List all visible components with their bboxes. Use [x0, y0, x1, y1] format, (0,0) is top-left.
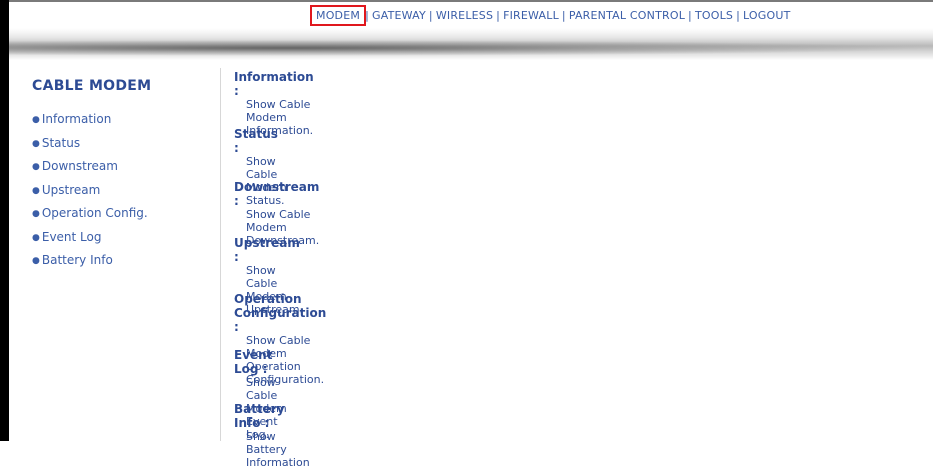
nav-separator: |	[428, 9, 433, 22]
nav-separator: |	[496, 9, 501, 22]
sidebar-item-status[interactable]: ● Status	[32, 134, 212, 158]
section-heading[interactable]: Information :	[234, 70, 314, 98]
sidebar-item-label: Battery Info	[41, 253, 113, 267]
nav-firewall[interactable]: FIREWALL	[503, 9, 559, 22]
sidebar-item-label: Upstream	[41, 182, 101, 197]
section-heading[interactable]: Battery Info :	[234, 402, 310, 430]
nav-modem[interactable]: MODEM	[309, 5, 367, 26]
nav-tools[interactable]: TOOLS	[695, 9, 733, 22]
nav-separator: |	[365, 9, 369, 22]
section-heading[interactable]: Upstream :	[234, 236, 303, 264]
window-left-border	[0, 0, 9, 441]
top-nav: MODEM | GATEWAY | WIRELESS | FIREWALL | PARENTAL…	[309, 5, 791, 26]
nav-wireless[interactable]: WIRELESS	[436, 9, 493, 22]
bullet-icon: ●	[32, 232, 40, 243]
header-swoosh	[9, 40, 933, 56]
section-heading[interactable]: Event Log :	[234, 348, 287, 376]
sidebar-item-label: Downstream	[41, 159, 118, 173]
bullet-icon: ●	[32, 185, 40, 196]
sidebar-item-information[interactable]: ● Information	[32, 110, 212, 134]
sidebar-item-event-log[interactable]: ● Event Log	[32, 228, 212, 252]
nav-gateway[interactable]: GATEWAY	[372, 9, 426, 22]
sidebar-title: CABLE MODEM	[32, 78, 152, 94]
bullet-icon: ●	[32, 209, 40, 219]
sidebar-item-label: Information	[41, 112, 112, 126]
sidebar-item-label: Event Log	[41, 229, 102, 244]
sidebar-item-label: Status	[41, 135, 81, 150]
nav-logout[interactable]: LOGOUT	[743, 9, 791, 22]
sidebar-item-downstream[interactable]: ● Downstream	[32, 157, 212, 181]
sidebar-item-label: Operation Config.	[41, 206, 148, 220]
sidebar-item-battery-info[interactable]: ● Battery Info	[32, 251, 212, 275]
section-description: Show Battery Information	[246, 430, 310, 469]
nav-parental-control[interactable]: PARENTAL CONTROL	[569, 9, 685, 22]
nav-separator: |	[736, 9, 740, 22]
column-divider	[220, 68, 221, 441]
section-heading[interactable]: Operation Configuration :	[234, 292, 326, 334]
nav-separator: |	[561, 9, 566, 22]
bullet-icon: ●	[32, 256, 40, 266]
section-battery-info: Battery Info : Show Battery Information	[234, 402, 310, 469]
sidebar-item-upstream[interactable]: ● Upstream	[32, 181, 212, 205]
section-heading[interactable]: Status :	[234, 127, 287, 155]
nav-separator: |	[688, 9, 692, 22]
sidebar-item-operation-config[interactable]: ● Operation Config.	[32, 204, 212, 228]
sidebar: CABLE MODEM ● Information ● Status ● Downst…	[32, 78, 212, 275]
section-heading[interactable]: Downstream :	[234, 180, 319, 208]
bullet-icon: ●	[32, 138, 40, 149]
bullet-icon: ●	[32, 162, 40, 172]
bullet-icon: ●	[32, 115, 40, 125]
sidebar-menu: ● Information ● Status ● Downstream ● Upstre…	[32, 110, 212, 275]
